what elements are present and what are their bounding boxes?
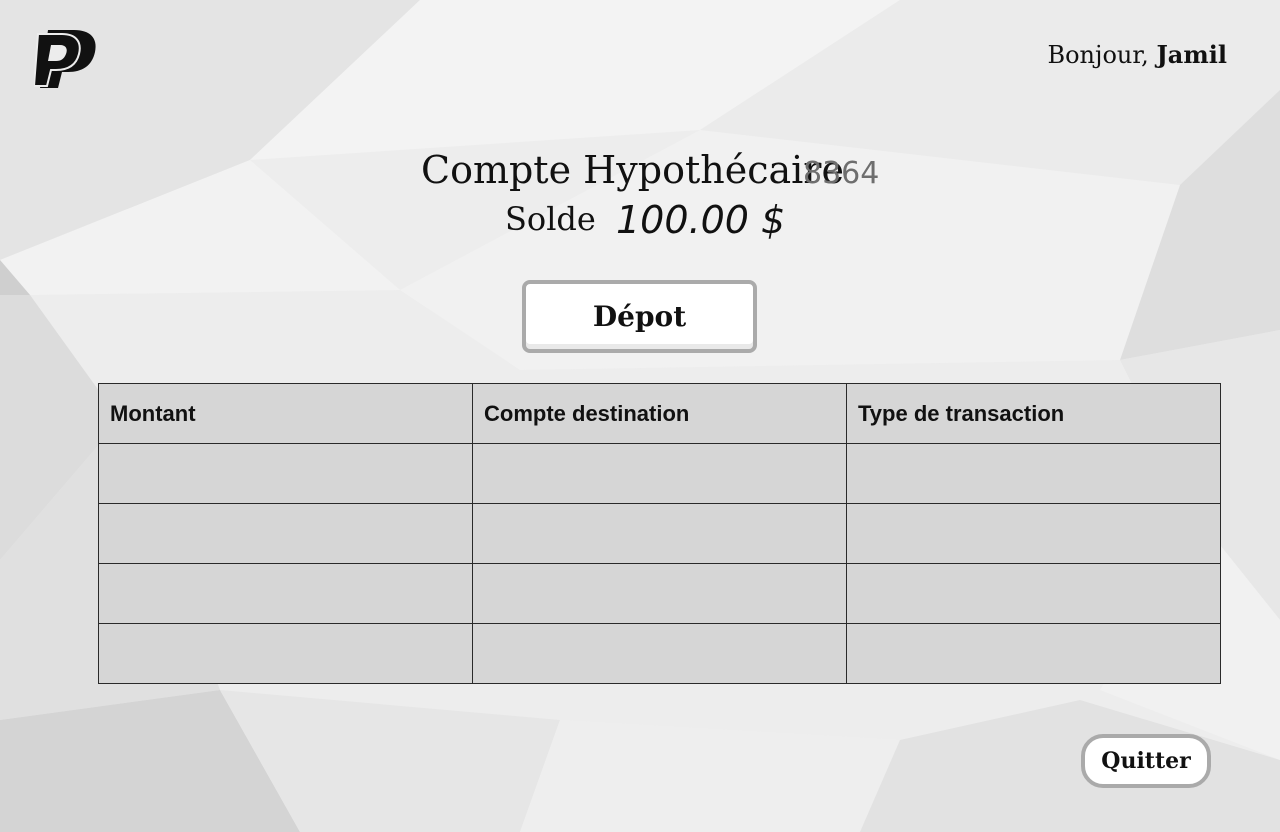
greeting-prefix: Bonjour,	[1047, 41, 1149, 69]
balance-label: Solde	[505, 200, 596, 238]
user-greeting: Bonjour, Jamil	[1047, 40, 1227, 69]
table-cell	[846, 503, 1221, 564]
account-title: Compte Hypothécaire	[421, 148, 844, 192]
table-cell	[472, 443, 847, 504]
column-header-compte-destination: Compte destination	[472, 383, 847, 444]
table-cell	[472, 503, 847, 564]
table-cell	[846, 443, 1221, 504]
table-cell	[98, 563, 473, 624]
table-cell	[98, 443, 473, 504]
deposit-button[interactable]: Dépot	[522, 280, 757, 353]
paypal-logo-icon	[34, 30, 96, 88]
table-cell	[472, 563, 847, 624]
table-row	[98, 443, 1221, 504]
table-row	[98, 623, 1221, 684]
column-header-montant: Montant	[98, 383, 473, 444]
account-header: Compte Hypothécaire 8364	[0, 148, 1280, 198]
table-cell	[98, 503, 473, 564]
table-row	[98, 503, 1221, 564]
quit-button[interactable]: Quitter	[1081, 734, 1211, 788]
table-header-row: Montant Compte destination Type de trans…	[98, 383, 1221, 444]
table-cell	[846, 623, 1221, 684]
user-name: Jamil	[1156, 40, 1227, 69]
table-cell	[846, 563, 1221, 624]
balance-value: 100.00 $	[616, 198, 786, 242]
column-header-type-transaction: Type de transaction	[846, 383, 1221, 444]
account-number: 8364	[803, 156, 880, 191]
table-cell	[472, 623, 847, 684]
table-cell	[98, 623, 473, 684]
table-row	[98, 563, 1221, 624]
transactions-table: Montant Compte destination Type de trans…	[98, 383, 1221, 684]
